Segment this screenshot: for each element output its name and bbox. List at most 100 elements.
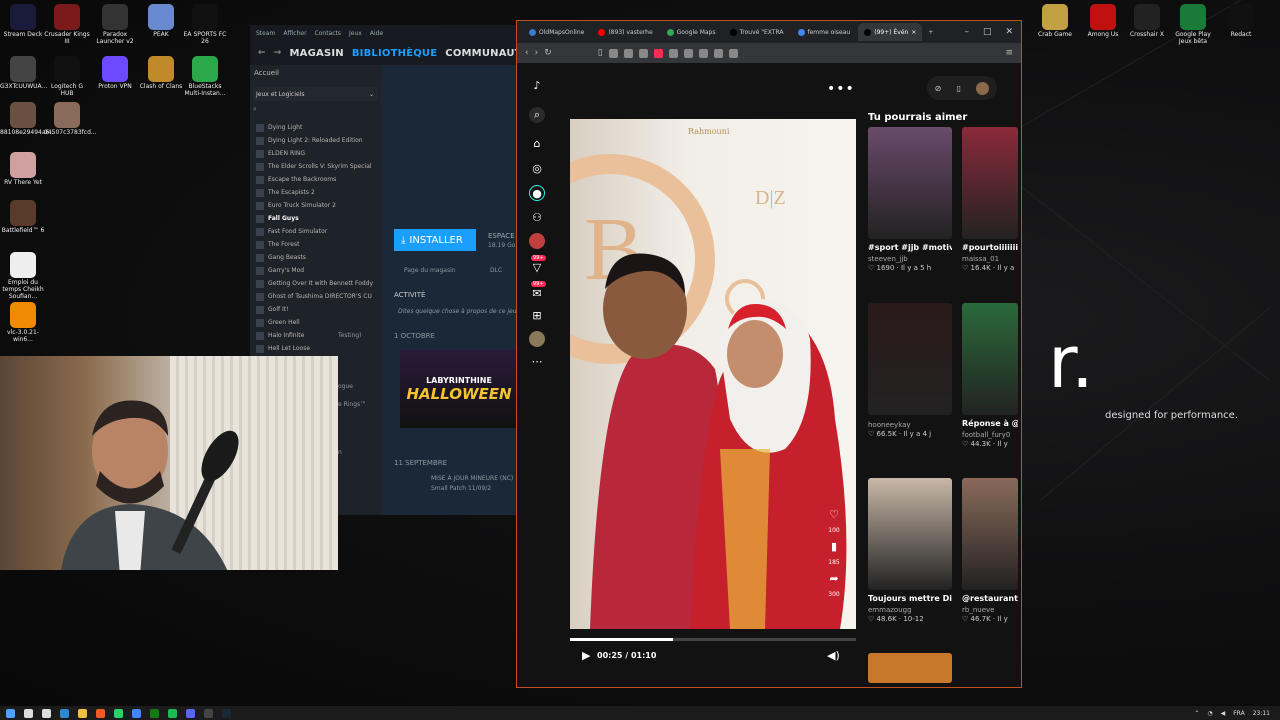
whatsapp-icon[interactable] <box>114 708 123 718</box>
desktop-icon[interactable]: RV There Yet <box>0 152 46 187</box>
install-button[interactable]: ⤓ INSTALLER <box>394 229 476 251</box>
close-icon[interactable]: ✕ <box>1005 27 1013 37</box>
desktop-icon[interactable]: Crosshair X <box>1124 4 1170 39</box>
game-list-item[interactable]: Fall Guys <box>256 212 381 225</box>
extension-icon[interactable] <box>683 48 693 58</box>
game-list-item[interactable]: Escape the Backrooms <box>256 173 381 186</box>
game-list-item[interactable]: Dying Light 2: Reloaded Edition <box>256 134 381 147</box>
recommended-video[interactable]: @restaurantis 16 avenue C rb_nueve♡ 46.7K… <box>962 478 1018 623</box>
menu-icon[interactable]: ≡ <box>1005 48 1021 58</box>
volume-tray-icon[interactable]: ◀ <box>1221 710 1226 717</box>
game-list-item[interactable]: Ghost of Tsushima DIRECTOR'S CU <box>256 290 381 303</box>
start-icon[interactable] <box>6 708 15 718</box>
browser-tab[interactable]: OldMapsOnline <box>523 23 590 41</box>
desktop-icon[interactable]: Battlefield™ 6 <box>0 200 46 235</box>
steam-menu-item[interactable]: Contacts <box>315 30 341 37</box>
browser-tab[interactable]: Trouvé "EXTRA <box>724 23 790 41</box>
steam-nav-magasin[interactable]: MAGASIN <box>290 48 344 59</box>
desktop-icon[interactable]: EA SPORTS FC 26 <box>182 4 228 46</box>
new-tab-button[interactable]: + <box>924 29 937 36</box>
chrome-icon[interactable] <box>132 708 141 718</box>
desktop-icon[interactable]: 04507c3783fcd... <box>44 102 97 137</box>
back-arrow-icon[interactable]: ← <box>258 48 266 58</box>
discord-icon[interactable] <box>186 708 195 718</box>
task-view-icon[interactable] <box>42 708 51 718</box>
steam-menu-item[interactable]: Jeux <box>349 30 362 37</box>
game-list-item[interactable]: Fast Food Simulator <box>256 225 381 238</box>
extension-icon[interactable] <box>608 48 618 58</box>
friends-icon[interactable] <box>529 233 545 249</box>
extension-icon[interactable] <box>698 48 708 58</box>
share-icon[interactable]: ➦ <box>823 572 845 585</box>
desktop-icon[interactable]: PEAK <box>138 4 184 39</box>
desktop-icon[interactable]: Among Us <box>1080 4 1126 39</box>
activity-input[interactable]: Dites quelque chose à propos de ce jeu <box>398 308 517 315</box>
spotify-icon[interactable] <box>168 708 177 718</box>
clock[interactable]: 23:11 <box>1253 710 1270 717</box>
library-home[interactable]: Accueil <box>250 65 381 83</box>
more-icon[interactable]: ⋯ <box>529 353 545 369</box>
tray-chevron-icon[interactable]: ⌃ <box>1194 710 1199 717</box>
recommended-video[interactable]: Réponse à @d BALKAYA Eve football_fury0♡ … <box>962 303 1018 448</box>
search-icon[interactable]: ⌕ <box>529 107 545 123</box>
steam-icon[interactable] <box>222 708 231 718</box>
browser-tab[interactable]: Google Maps <box>661 23 722 41</box>
explore-icon[interactable]: ◎ <box>529 160 545 176</box>
video-player[interactable]: B D|Z Rahmouni <box>570 119 856 629</box>
video-progress-bar[interactable] <box>570 638 856 641</box>
extension-icon[interactable] <box>728 48 738 58</box>
forward-arrow-icon[interactable]: → <box>274 48 282 58</box>
bookmark-icon[interactable]: ▯ <box>598 48 603 58</box>
game-list-item[interactable]: Getting Over It with Bennett Foddy <box>256 277 381 290</box>
extension-icon[interactable] <box>668 48 678 58</box>
edge-icon[interactable] <box>60 708 69 718</box>
bookmark-icon[interactable]: ▮ <box>823 540 845 553</box>
brave-shield-icon[interactable] <box>653 48 663 58</box>
network-icon[interactable]: ◔ <box>1207 710 1212 717</box>
recommended-video[interactable]: #pourtoiiiiiiii #fypppp maissa_01♡ 16.4K … <box>962 127 1018 272</box>
game-list-item[interactable]: ELDEN RING <box>256 147 381 160</box>
game-list-item[interactable]: Garry's Mod <box>256 264 381 277</box>
steam-menu-item[interactable]: Afficher <box>283 30 306 37</box>
desktop-icon[interactable]: Redact <box>1218 4 1264 39</box>
language-indicator[interactable]: FRA <box>1233 710 1244 717</box>
library-filter-dropdown[interactable]: Jeux et Logiciels ⌄ <box>253 87 378 101</box>
extension-icon[interactable] <box>713 48 723 58</box>
recommended-video[interactable]: hooneeykay ♡ 66.5K · Il y a 4 j <box>868 303 952 438</box>
game-list-item[interactable]: Green Hell <box>256 316 381 329</box>
activity-icon[interactable]: ▽ <box>529 259 545 275</box>
play-icon[interactable]: ▶ <box>582 649 590 662</box>
back-icon[interactable]: ‹ <box>525 48 529 58</box>
forward-icon[interactable]: › <box>535 48 539 58</box>
steam-menu-item[interactable]: Aide <box>370 30 383 37</box>
desktop-icon[interactable]: Crusader Kings III <box>44 4 90 46</box>
extension-icon[interactable] <box>623 48 633 58</box>
profile-avatar[interactable] <box>529 331 545 347</box>
desktop-icon[interactable]: Crab Game <box>1032 4 1078 39</box>
following-icon[interactable]: ⚇ <box>529 209 545 225</box>
live-icon[interactable]: ● <box>529 185 545 201</box>
xbox-icon[interactable] <box>150 708 159 718</box>
volume-icon[interactable]: ◀) <box>827 649 840 662</box>
library-search-icon[interactable]: ⌕ <box>253 105 378 117</box>
minimize-icon[interactable]: – <box>964 27 969 37</box>
close-tab-icon[interactable]: × <box>911 29 916 36</box>
desktop-icon[interactable]: Proton VPN <box>92 56 138 91</box>
tiktok-logo-icon[interactable]: ♪ <box>529 77 545 93</box>
desktop-icon[interactable]: Emploi du temps Cheikh Soufian... <box>0 252 46 301</box>
browser-tab[interactable]: (893) vasterhe <box>592 23 658 41</box>
game-list-item[interactable]: Euro Truck Simulator 2 <box>256 199 381 212</box>
obs-icon[interactable] <box>204 708 213 718</box>
steam-menu-item[interactable]: Steam <box>256 30 275 37</box>
game-list-item[interactable]: The Escapists 2 <box>256 186 381 199</box>
upload-icon[interactable]: ⊞ <box>529 307 545 323</box>
game-list-item[interactable]: The Forest <box>256 238 381 251</box>
recommended-video[interactable]: #sport #jjb #motivation... steeven_jjb♡ 1… <box>868 127 952 272</box>
desktop-icon[interactable]: G3XTcUUWUA... <box>0 56 47 91</box>
search-icon[interactable] <box>24 708 33 718</box>
game-list-item[interactable]: Hell Let Loose <box>256 342 381 355</box>
recommended-video[interactable]: Toujours mettre Dieu au centre de la... e… <box>868 478 952 623</box>
steam-nav-bibliothèque[interactable]: BIBLIOTHÈQUE <box>352 48 437 59</box>
game-list-item[interactable]: Halo Infinite <box>256 329 381 342</box>
desktop-icon[interactable]: BlueStacks Multi-Instan... <box>182 56 228 98</box>
